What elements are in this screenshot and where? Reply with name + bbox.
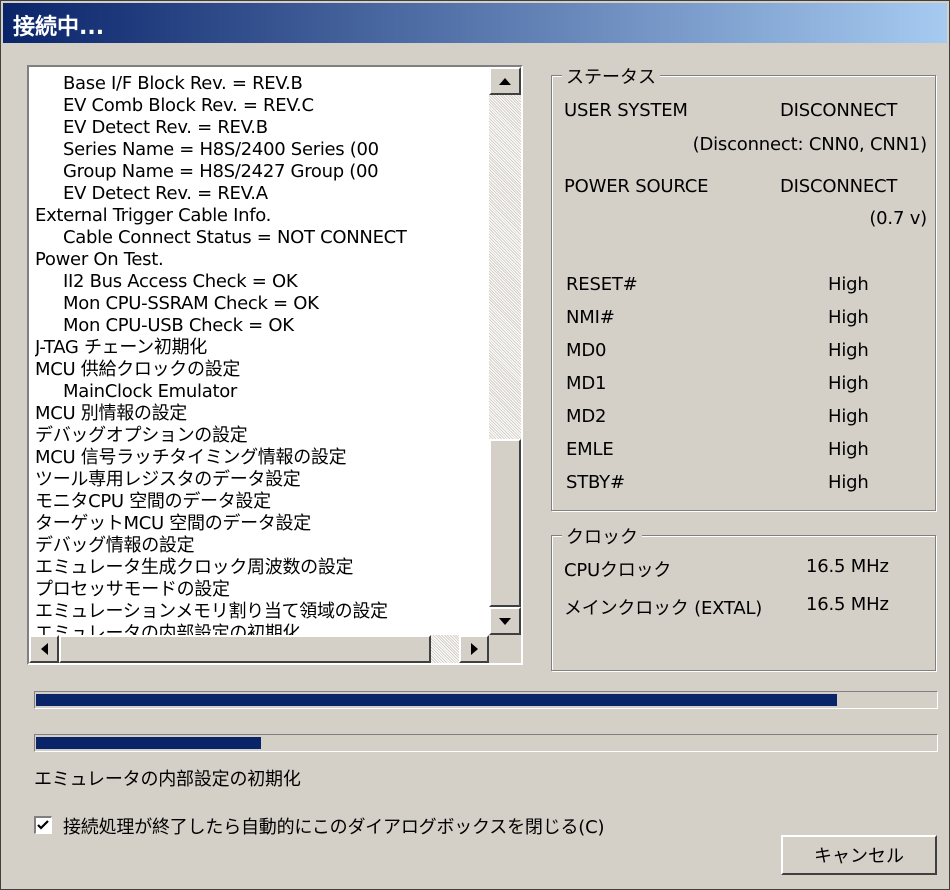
log-line: Power On Test. — [35, 249, 164, 270]
checkmark-icon — [37, 820, 49, 830]
scroll-left-button[interactable] — [29, 635, 59, 663]
status-group-title: ステータス — [562, 63, 660, 89]
scroll-corner — [489, 635, 521, 663]
log-line: MainClock Emulator — [63, 381, 238, 402]
scroll-down-button[interactable] — [489, 607, 521, 635]
log-line: J-TAG チェーン初期化 — [35, 337, 207, 358]
arrow-down-icon — [499, 617, 511, 625]
signal-value: High — [828, 406, 869, 427]
log-lines: Base I/F Block Rev. = REV.B EV Comb Block… — [35, 73, 481, 643]
signal-value: High — [828, 307, 869, 328]
cpu-clock-label: CPUクロック — [564, 560, 672, 581]
cpu-clock-value: 16.5 MHz — [806, 556, 889, 577]
power-source-value: DISCONNECT — [780, 176, 898, 197]
log-line: MCU 別情報の設定 — [35, 403, 187, 424]
log-line: エミュレータ生成クロック周波数の設定 — [35, 557, 354, 578]
connecting-dialog: 接続中... Base I/F Block Rev. = REV.B EV Com… — [0, 0, 950, 890]
signal-row: MD1 High — [552, 369, 935, 402]
signal-row: NMI# High — [552, 303, 935, 336]
log-line: ツール専用レジスタのデータ設定 — [35, 469, 301, 490]
log-line: MCU 供給クロックの設定 — [35, 359, 241, 380]
cancel-button[interactable]: キャンセル — [781, 835, 937, 875]
vertical-scrollbar[interactable] — [489, 67, 521, 635]
step-progress-bar — [34, 734, 938, 752]
log-line: デバッグ情報の設定 — [35, 535, 195, 556]
clock-group-title: クロック — [562, 523, 642, 549]
signal-row: STBY# High — [552, 468, 935, 501]
vertical-scroll-thumb[interactable] — [489, 439, 521, 607]
window-title: 接続中... — [13, 15, 105, 40]
log-line: Mon CPU-USB Check = OK — [63, 315, 294, 336]
log-line: エミュレーションメモリ割り当て領域の設定 — [35, 601, 388, 622]
power-source-label: POWER SOURCE — [564, 176, 709, 197]
user-system-value: DISCONNECT — [780, 100, 898, 121]
arrow-right-icon — [470, 643, 478, 655]
signal-row: EMLE High — [552, 435, 935, 468]
signal-name: MD2 — [566, 406, 607, 427]
user-system-detail: (Disconnect: CNN0, CNN1) — [692, 134, 928, 155]
power-source-detail: (0.7 v) — [869, 208, 927, 229]
signal-value: High — [828, 472, 869, 493]
signal-value: High — [828, 439, 869, 460]
signal-name: MD1 — [566, 373, 607, 394]
signal-value: High — [828, 274, 869, 295]
log-line: Cable Connect Status = NOT CONNECT — [63, 227, 407, 248]
title-bar[interactable]: 接続中... — [3, 3, 947, 43]
auto-close-checkbox[interactable] — [34, 816, 52, 834]
scroll-right-button[interactable] — [459, 635, 489, 663]
log-line: II2 Bus Access Check = OK — [63, 271, 298, 292]
current-step-text: エミュレータの内部設定の初期化 — [34, 769, 301, 790]
log-line: Group Name = H8S/2427 Group (00 — [63, 161, 379, 182]
log-line: モニタCPU 空間のデータ設定 — [35, 491, 271, 512]
signal-row: RESET# High — [552, 270, 935, 303]
scroll-up-button[interactable] — [489, 67, 521, 95]
overall-progress-bar — [34, 691, 938, 709]
log-line: プロセッサモードの設定 — [35, 579, 230, 600]
signal-name: STBY# — [566, 472, 625, 493]
status-group: ステータス USER SYSTEM DISCONNECT (Disconnect… — [551, 63, 936, 511]
log-line: EV Detect Rev. = REV.B — [63, 117, 268, 138]
signal-name: RESET# — [566, 274, 638, 295]
connection-log[interactable]: Base I/F Block Rev. = REV.B EV Comb Block… — [27, 65, 523, 665]
log-line: Mon CPU-SSRAM Check = OK — [63, 293, 319, 314]
main-clock-label: メインクロック (EXTAL) — [564, 598, 763, 619]
log-line: EV Detect Rev. = REV.A — [63, 183, 268, 204]
arrow-up-icon — [499, 77, 511, 85]
main-clock-value: 16.5 MHz — [806, 594, 889, 615]
signal-name: NMI# — [566, 307, 615, 328]
signal-list: RESET# High NMI# High MD0 High MD1 High … — [552, 270, 935, 501]
log-line: Series Name = H8S/2400 Series (00 — [63, 139, 379, 160]
signal-name: MD0 — [566, 340, 607, 361]
signal-value: High — [828, 340, 869, 361]
step-progress-fill — [36, 737, 261, 749]
log-line: ターゲットMCU 空間のデータ設定 — [35, 513, 311, 534]
log-line: MCU 信号ラッチタイミング情報の設定 — [35, 447, 347, 468]
signal-value: High — [828, 373, 869, 394]
auto-close-label[interactable]: 接続処理が終了したら自動的にこのダイアログボックスを閉じる(C) — [63, 813, 605, 839]
signal-name: EMLE — [566, 439, 614, 460]
signal-row: MD0 High — [552, 336, 935, 369]
overall-progress-fill — [36, 694, 837, 706]
signal-row: MD2 High — [552, 402, 935, 435]
cancel-button-label: キャンセル — [814, 846, 904, 867]
log-line: EV Comb Block Rev. = REV.C — [63, 95, 314, 116]
arrow-left-icon — [40, 643, 48, 655]
log-line: Base I/F Block Rev. = REV.B — [63, 73, 303, 94]
horizontal-scroll-thumb[interactable] — [59, 635, 431, 663]
user-system-label: USER SYSTEM — [564, 100, 688, 121]
log-line: デバッグオプションの設定 — [35, 425, 248, 446]
horizontal-scrollbar[interactable] — [29, 635, 489, 663]
clock-group: クロック CPUクロック 16.5 MHz メインクロック (EXTAL) 16… — [551, 523, 936, 671]
log-line: External Trigger Cable Info. — [35, 205, 272, 226]
